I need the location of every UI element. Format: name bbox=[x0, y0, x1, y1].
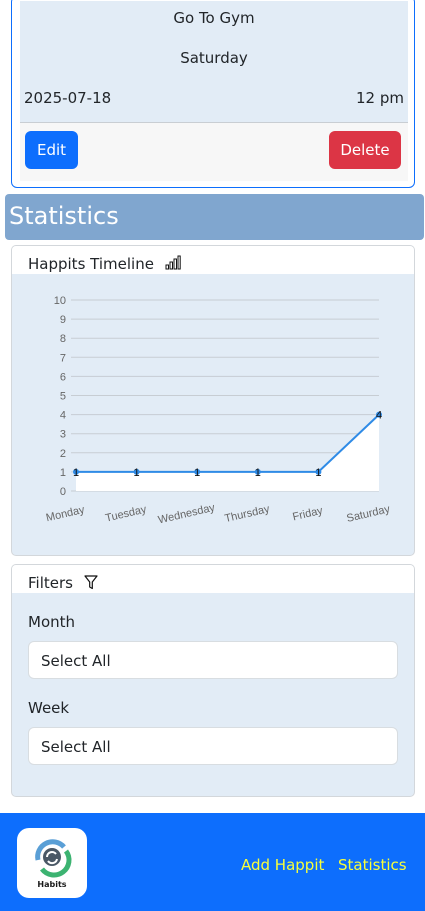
data-label: 1 bbox=[194, 467, 200, 479]
y-tick-label: 9 bbox=[60, 314, 66, 326]
filters-title: Filters bbox=[28, 574, 73, 592]
y-tick-label: 1 bbox=[60, 467, 66, 479]
logo-text: Habits bbox=[37, 880, 67, 889]
timeline-card-header: Happits Timeline bbox=[12, 246, 414, 274]
x-tick-label: Thursday bbox=[223, 503, 271, 525]
y-tick-label: 8 bbox=[60, 333, 66, 345]
timeline-card: Happits Timeline 0 1 2 3 4 5 6 7 8 9 10 1 1 1 1 1 4 Monda… bbox=[11, 245, 415, 556]
timeline-chart: 0123456789101 1 1 1 14Monday Tuesday Wednesday… bbox=[45, 295, 392, 527]
y-tick-label: 0 bbox=[60, 486, 66, 498]
habit-card: Go To Gym Saturday 2025-07-18 12 pm Edit… bbox=[11, 0, 415, 188]
week-label: Week bbox=[28, 699, 70, 717]
footer-navbar: Habits Add Happit Statistics bbox=[0, 813, 425, 911]
data-label: 1 bbox=[73, 467, 79, 479]
x-tick-label: Friday bbox=[291, 505, 324, 524]
week-select[interactable]: Select All bbox=[28, 727, 398, 765]
statistics-heading: Statistics bbox=[5, 194, 424, 240]
y-tick-label: 4 bbox=[60, 410, 66, 422]
y-tick-label: 10 bbox=[54, 295, 66, 307]
statistics-link[interactable]: Statistics bbox=[338, 856, 407, 874]
filters-card-header: Filters bbox=[12, 565, 414, 593]
edit-button[interactable]: Edit bbox=[25, 131, 78, 169]
y-tick-label: 5 bbox=[60, 391, 66, 403]
funnel-icon bbox=[84, 575, 98, 594]
data-label: 1 bbox=[315, 467, 321, 479]
x-tick-label: Monday bbox=[45, 504, 86, 525]
y-tick-label: 6 bbox=[60, 371, 66, 383]
filters-card: Filters Month Select All Week Select All bbox=[11, 564, 415, 797]
bar-chart-icon bbox=[165, 255, 181, 274]
data-label: 4 bbox=[376, 410, 382, 422]
month-select[interactable]: Select All bbox=[28, 641, 398, 679]
data-label: 1 bbox=[255, 467, 261, 479]
habit-title: Go To Gym bbox=[173, 9, 255, 27]
habits-logo[interactable]: Habits bbox=[17, 828, 87, 898]
month-label: Month bbox=[28, 613, 76, 631]
add-happit-link[interactable]: Add Happit bbox=[241, 856, 324, 874]
x-tick-label: Wednesday bbox=[157, 502, 217, 527]
delete-button[interactable]: Delete bbox=[329, 131, 401, 169]
y-tick-label: 3 bbox=[60, 429, 66, 441]
x-tick-label: Saturday bbox=[346, 503, 392, 525]
y-tick-label: 7 bbox=[60, 352, 66, 364]
y-tick-label: 2 bbox=[60, 448, 66, 460]
timeline-title: Happits Timeline bbox=[28, 255, 154, 273]
data-label: 1 bbox=[134, 467, 140, 479]
habits-logo-icon bbox=[35, 839, 72, 878]
habit-time: 12 pm bbox=[356, 89, 404, 107]
x-tick-label: Tuesday bbox=[104, 503, 148, 524]
habit-date: 2025-07-18 bbox=[24, 89, 112, 107]
habit-day: Saturday bbox=[180, 49, 248, 67]
